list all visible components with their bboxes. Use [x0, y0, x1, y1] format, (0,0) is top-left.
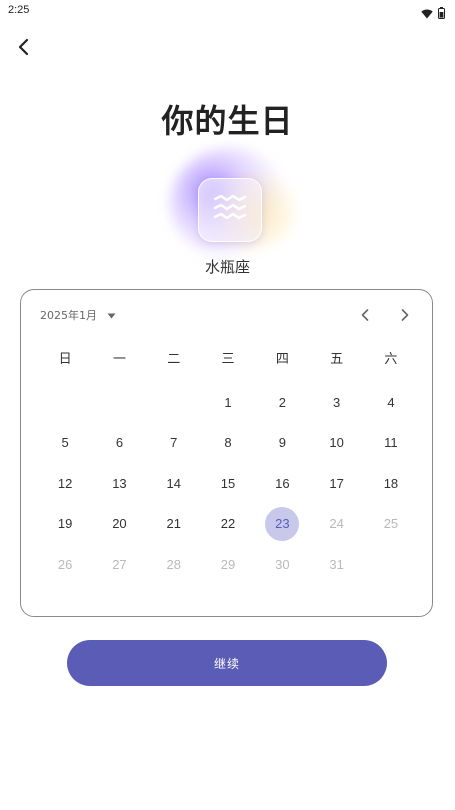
day-number: 25: [383, 516, 399, 532]
day-cell[interactable]: 21: [147, 504, 201, 545]
day-cell: 28: [147, 544, 201, 585]
day-cell-empty: [38, 382, 92, 423]
day-number: 10: [329, 435, 344, 451]
back-arrow-icon: [16, 38, 30, 60]
day-cell[interactable]: 3: [309, 382, 363, 423]
day-number: 22: [220, 516, 236, 532]
day-cell-selected[interactable]: 23: [255, 504, 309, 545]
next-month-button[interactable]: [394, 304, 416, 326]
status-bar: 2:25: [0, 0, 455, 22]
day-cell: 31: [309, 544, 363, 585]
day-cell[interactable]: 14: [147, 463, 201, 504]
chevron-left-icon: [361, 306, 369, 325]
day-cell: 30: [255, 544, 309, 585]
day-cell-empty: [147, 382, 201, 423]
day-number: 30: [275, 556, 290, 572]
day-cell: 26: [38, 544, 92, 585]
day-number: 23: [265, 506, 300, 541]
day-cell[interactable]: 11: [364, 423, 418, 464]
day-number: 31: [329, 556, 344, 572]
day-cell[interactable]: 16: [255, 463, 309, 504]
weekday-label: 四: [275, 352, 289, 367]
back-button[interactable]: [10, 36, 36, 62]
day-cell: 29: [201, 544, 255, 585]
day-number: 2: [278, 394, 286, 410]
day-number: 19: [57, 516, 73, 532]
zodiac-icon-tile: [198, 178, 262, 242]
day-number: 6: [115, 435, 124, 451]
day-cell[interactable]: 2: [255, 382, 309, 423]
day-cell[interactable]: 12: [38, 463, 92, 504]
day-grid: 1 2 3 4 5 6 7 8 9 10 11 12 13 14 15 16 17 18 19 20 21 22 23 24 2…: [38, 382, 418, 585]
day-cell[interactable]: 5: [38, 423, 92, 464]
day-number: 28: [166, 556, 181, 572]
day-number: 18: [383, 475, 399, 491]
day-cell[interactable]: 17: [309, 463, 363, 504]
weekday-header: 日 一 二 三 四 五 六: [38, 348, 418, 368]
day-cell: 27: [92, 544, 146, 585]
day-number: 5: [61, 435, 69, 451]
day-cell-empty: [92, 382, 146, 423]
day-number: 8: [224, 435, 232, 451]
weekday-label: 二: [167, 352, 181, 367]
day-cell[interactable]: 19: [38, 504, 92, 545]
continue-button[interactable]: 继续: [67, 640, 387, 686]
day-number: 3: [333, 394, 341, 410]
page-title: 你的生日: [161, 102, 294, 140]
day-cell[interactable]: 9: [255, 423, 309, 464]
weekday-label: 一: [112, 352, 126, 367]
weekday-label: 三: [221, 352, 235, 367]
chevron-right-icon: [401, 306, 409, 325]
day-cell[interactable]: 8: [201, 423, 255, 464]
day-number: 13: [112, 475, 127, 491]
day-number: 27: [112, 556, 127, 572]
day-cell[interactable]: 1: [201, 382, 255, 423]
day-number: 21: [166, 516, 181, 532]
status-time: 2:25: [8, 4, 30, 16]
aquarius-icon: [213, 194, 247, 225]
day-cell[interactable]: 4: [364, 382, 418, 423]
wifi-icon: [421, 4, 433, 23]
day-cell[interactable]: 22: [201, 504, 255, 545]
day-cell: 25: [364, 504, 418, 545]
day-number: 16: [275, 475, 290, 491]
day-number: 20: [112, 516, 127, 532]
day-cell[interactable]: 6: [92, 423, 146, 464]
previous-month-button[interactable]: [354, 304, 376, 326]
day-cell[interactable]: 15: [201, 463, 255, 504]
weekday-label: 日: [58, 352, 72, 367]
day-cell[interactable]: 10: [309, 423, 363, 464]
day-number: 15: [220, 475, 236, 491]
day-number: 11: [384, 435, 398, 451]
day-number: 14: [166, 475, 181, 491]
day-cell[interactable]: 20: [92, 504, 146, 545]
day-number: 29: [220, 556, 236, 572]
weekday-label: 五: [330, 352, 344, 367]
weekday-label: 六: [384, 352, 398, 367]
battery-icon: [438, 4, 445, 23]
status-icons: [421, 4, 445, 23]
day-number: 1: [224, 394, 232, 410]
day-cell[interactable]: 13: [92, 463, 146, 504]
month-year-dropdown[interactable]: 2025年1月: [40, 307, 116, 323]
day-number: 9: [278, 435, 286, 451]
day-number: 4: [387, 394, 395, 410]
date-picker: 2025年1月 日 一 二 三 四 五 六 1 2 3 4 5 6 7 8 9 10 11 12 13 1…: [20, 289, 433, 617]
day-number: 26: [57, 556, 73, 572]
dropdown-triangle-icon: [107, 309, 116, 322]
day-cell[interactable]: 18: [364, 463, 418, 504]
day-number: 12: [57, 475, 73, 491]
zodiac-name: 水瓶座: [204, 258, 250, 276]
month-label: 2025年1月: [40, 309, 97, 322]
day-number: 7: [170, 435, 178, 451]
day-cell: 24: [309, 504, 363, 545]
day-number: 17: [329, 475, 344, 491]
day-cell[interactable]: 7: [147, 423, 201, 464]
day-number: 24: [329, 516, 344, 532]
